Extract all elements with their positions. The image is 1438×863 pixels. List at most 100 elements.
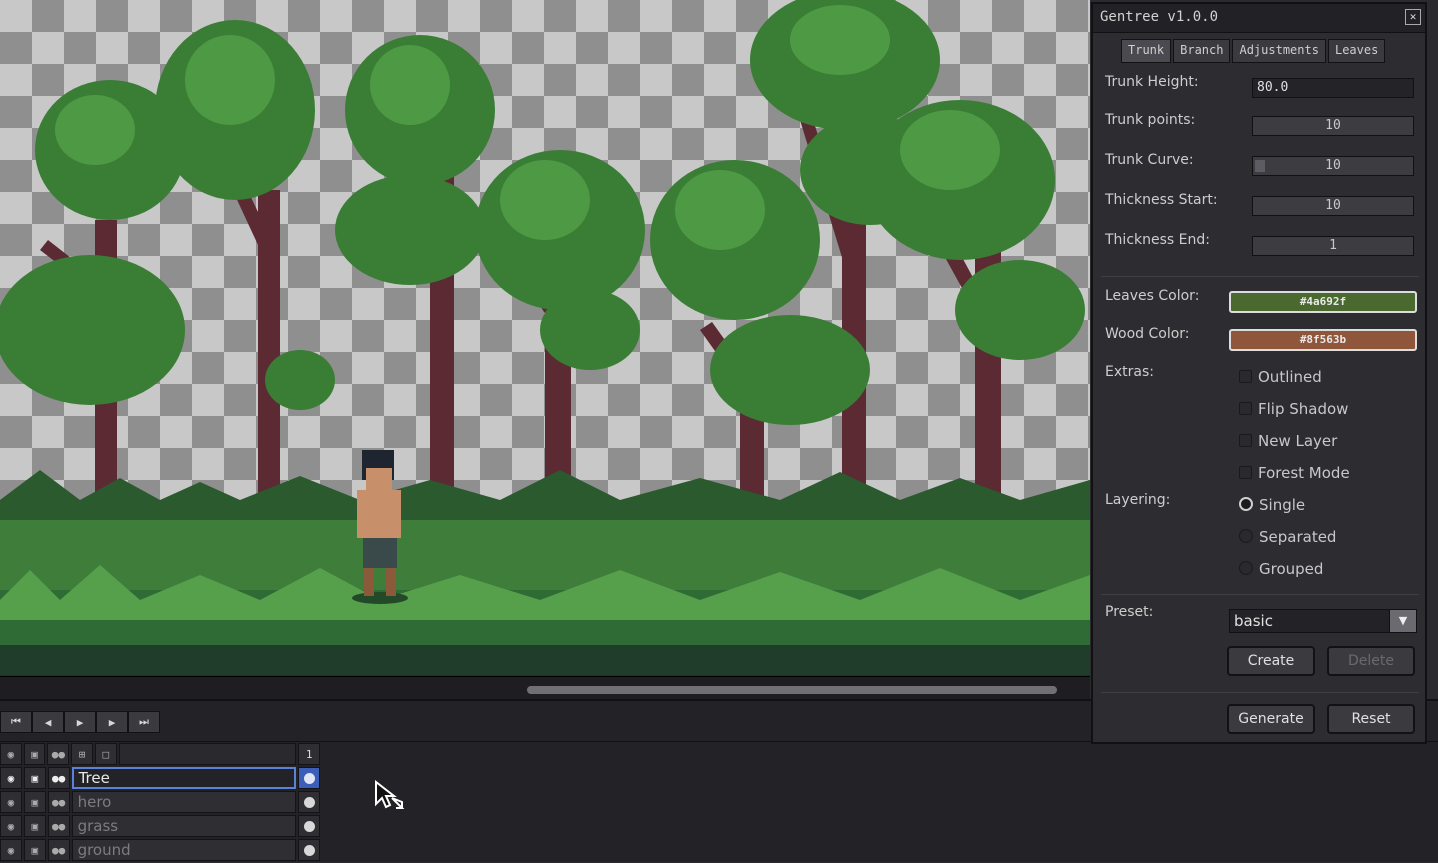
scrollbar-thumb[interactable] bbox=[527, 686, 1057, 694]
mouse-cursor-icon bbox=[375, 780, 405, 809]
reset-button[interactable]: Reset bbox=[1327, 704, 1415, 734]
new-layer-checkbox[interactable]: New Layer bbox=[1239, 432, 1337, 450]
slider-knob[interactable] bbox=[1255, 160, 1265, 172]
tab-trunk[interactable]: Trunk bbox=[1121, 39, 1172, 63]
radio-unselected bbox=[1239, 529, 1253, 543]
close-icon[interactable]: ✕ bbox=[1405, 9, 1421, 25]
flip-shadow-checkbox[interactable]: Flip Shadow bbox=[1239, 400, 1348, 418]
chevron-down-icon[interactable]: ▼ bbox=[1389, 610, 1416, 632]
layer-name[interactable]: ground bbox=[71, 839, 297, 861]
create-button[interactable]: Create bbox=[1227, 646, 1315, 676]
layer-name[interactable]: grass bbox=[71, 815, 297, 837]
canvas-horizontal-scrollbar[interactable] bbox=[0, 676, 1090, 699]
trunk-points-slider[interactable]: 10 bbox=[1252, 116, 1414, 136]
layer-name[interactable]: hero bbox=[71, 791, 297, 813]
trunk-curve-slider[interactable]: 10 bbox=[1252, 156, 1414, 176]
generate-button[interactable]: Generate bbox=[1227, 704, 1315, 734]
tab-branch[interactable]: Branch bbox=[1173, 39, 1231, 63]
frame-number: 1 bbox=[298, 743, 321, 765]
frame-cel[interactable] bbox=[298, 791, 320, 813]
visibility-eye-icon[interactable]: ◉ bbox=[0, 815, 22, 837]
thickness-start-slider[interactable]: 10 bbox=[1252, 196, 1414, 216]
forest-scene-art bbox=[0, 0, 1090, 675]
last-frame-button[interactable]: ⏭ bbox=[128, 711, 160, 733]
checkbox-box bbox=[1239, 370, 1252, 383]
link-icon[interactable]: ●● bbox=[47, 791, 70, 813]
thickness-end-slider[interactable]: 1 bbox=[1252, 236, 1414, 256]
wood-color-label: Wood Color: bbox=[1105, 326, 1190, 342]
dialog-tabs: Trunk Branch Adjustments Leaves bbox=[1121, 39, 1386, 63]
trunk-curve-label: Trunk Curve: bbox=[1105, 152, 1194, 168]
layer-name[interactable]: Tree bbox=[71, 767, 297, 789]
previous-frame-button[interactable]: ◀ bbox=[32, 711, 64, 733]
lock-icon[interactable]: ▣ bbox=[23, 791, 46, 813]
trunk-height-label: Trunk Height: bbox=[1105, 74, 1199, 90]
outlined-label: Outlined bbox=[1258, 368, 1322, 386]
link-icon[interactable]: ●● bbox=[47, 815, 70, 837]
lock-icon[interactable]: ▣ bbox=[23, 839, 46, 861]
link-icon[interactable]: ●● bbox=[47, 743, 70, 765]
lock-icon[interactable]: ▣ bbox=[23, 767, 46, 789]
forest-mode-checkbox[interactable]: Forest Mode bbox=[1239, 464, 1350, 482]
dialog-title: Gentree v1.0.0 bbox=[1100, 9, 1219, 25]
dialog-titlebar[interactable]: Gentree v1.0.0 ✕ bbox=[1093, 4, 1425, 33]
thickness-start-label: Thickness Start: bbox=[1105, 192, 1218, 208]
layer-list: ◉ ▣ ●● ⊞ □ 1 ◉ ▣ ●● Tree ◉ ▣ ●● hero ◉ ▣… bbox=[0, 743, 321, 863]
lock-icon[interactable]: ▣ bbox=[23, 743, 46, 765]
extras-label: Extras: bbox=[1105, 364, 1154, 380]
leaves-color-label: Leaves Color: bbox=[1105, 288, 1200, 304]
play-icon: ▶ bbox=[76, 715, 84, 729]
play-button[interactable]: ▶ bbox=[64, 711, 96, 733]
outlined-checkbox[interactable]: Outlined bbox=[1239, 368, 1322, 386]
section-divider bbox=[1101, 594, 1419, 595]
thickness-end-label: Thickness End: bbox=[1105, 232, 1210, 248]
visibility-eye-icon[interactable]: ◉ bbox=[0, 839, 22, 861]
wood-color-button[interactable]: #8f563b bbox=[1229, 329, 1417, 351]
new-layer-icon[interactable]: □ bbox=[94, 743, 117, 765]
next-frame-button[interactable]: ▶ bbox=[96, 711, 128, 733]
tab-adjustments[interactable]: Adjustments bbox=[1232, 39, 1326, 63]
frame-cel[interactable] bbox=[298, 815, 320, 837]
checkbox-box bbox=[1239, 466, 1252, 479]
last-frame-icon: ⏭ bbox=[139, 715, 149, 728]
visibility-eye-icon[interactable]: ◉ bbox=[0, 767, 22, 789]
tab-leaves[interactable]: Leaves bbox=[1327, 39, 1386, 63]
playback-toolbar: ⏮ ◀ ▶ ▶ ⏭ bbox=[0, 711, 160, 733]
first-frame-button[interactable]: ⏮ bbox=[0, 711, 32, 733]
grouped-label: Grouped bbox=[1259, 560, 1324, 578]
lock-icon[interactable]: ▣ bbox=[23, 815, 46, 837]
layer-row-ground[interactable]: ◉ ▣ ●● ground bbox=[0, 839, 320, 861]
link-icon[interactable]: ●● bbox=[47, 839, 70, 861]
preset-select[interactable]: basic ▼ bbox=[1229, 609, 1417, 633]
layering-label: Layering: bbox=[1105, 492, 1171, 508]
gentree-dialog: Gentree v1.0.0 ✕ Trunk Branch Adjustment… bbox=[1091, 2, 1427, 744]
layer-row-grass[interactable]: ◉ ▣ ●● grass bbox=[0, 815, 320, 837]
layer-row-tree[interactable]: ◉ ▣ ●● Tree bbox=[0, 767, 320, 789]
radio-selected bbox=[1239, 497, 1253, 511]
frame-cel[interactable] bbox=[298, 767, 320, 789]
layer-header: ◉ ▣ ●● ⊞ □ 1 bbox=[0, 743, 321, 765]
checkbox-box bbox=[1239, 434, 1252, 447]
layering-separated-radio[interactable]: Separated bbox=[1239, 528, 1336, 546]
new-group-icon[interactable]: ⊞ bbox=[71, 743, 93, 765]
leaves-color-button[interactable]: #4a692f bbox=[1229, 291, 1417, 313]
separated-label: Separated bbox=[1259, 528, 1337, 546]
eye-icon[interactable]: ◉ bbox=[0, 743, 22, 765]
sprite-canvas[interactable] bbox=[0, 0, 1090, 675]
preset-value: basic bbox=[1234, 612, 1273, 630]
next-frame-icon: ▶ bbox=[108, 715, 116, 729]
trunk-curve-value: 10 bbox=[1325, 158, 1341, 173]
thickness-start-value: 10 bbox=[1325, 198, 1341, 213]
link-icon[interactable]: ●● bbox=[47, 767, 70, 789]
layering-single-radio[interactable]: Single bbox=[1239, 496, 1305, 514]
layering-grouped-radio[interactable]: Grouped bbox=[1239, 560, 1323, 578]
forest-mode-label: Forest Mode bbox=[1258, 464, 1350, 482]
grass-tufts bbox=[0, 470, 1090, 520]
flip-shadow-label: Flip Shadow bbox=[1258, 400, 1349, 418]
trunk-height-input[interactable]: 80.0 bbox=[1252, 78, 1414, 98]
frame-cel[interactable] bbox=[298, 839, 320, 861]
thickness-end-value: 1 bbox=[1329, 238, 1337, 253]
delete-button[interactable]: Delete bbox=[1327, 646, 1415, 676]
layer-row-hero[interactable]: ◉ ▣ ●● hero bbox=[0, 791, 320, 813]
visibility-eye-icon[interactable]: ◉ bbox=[0, 791, 22, 813]
